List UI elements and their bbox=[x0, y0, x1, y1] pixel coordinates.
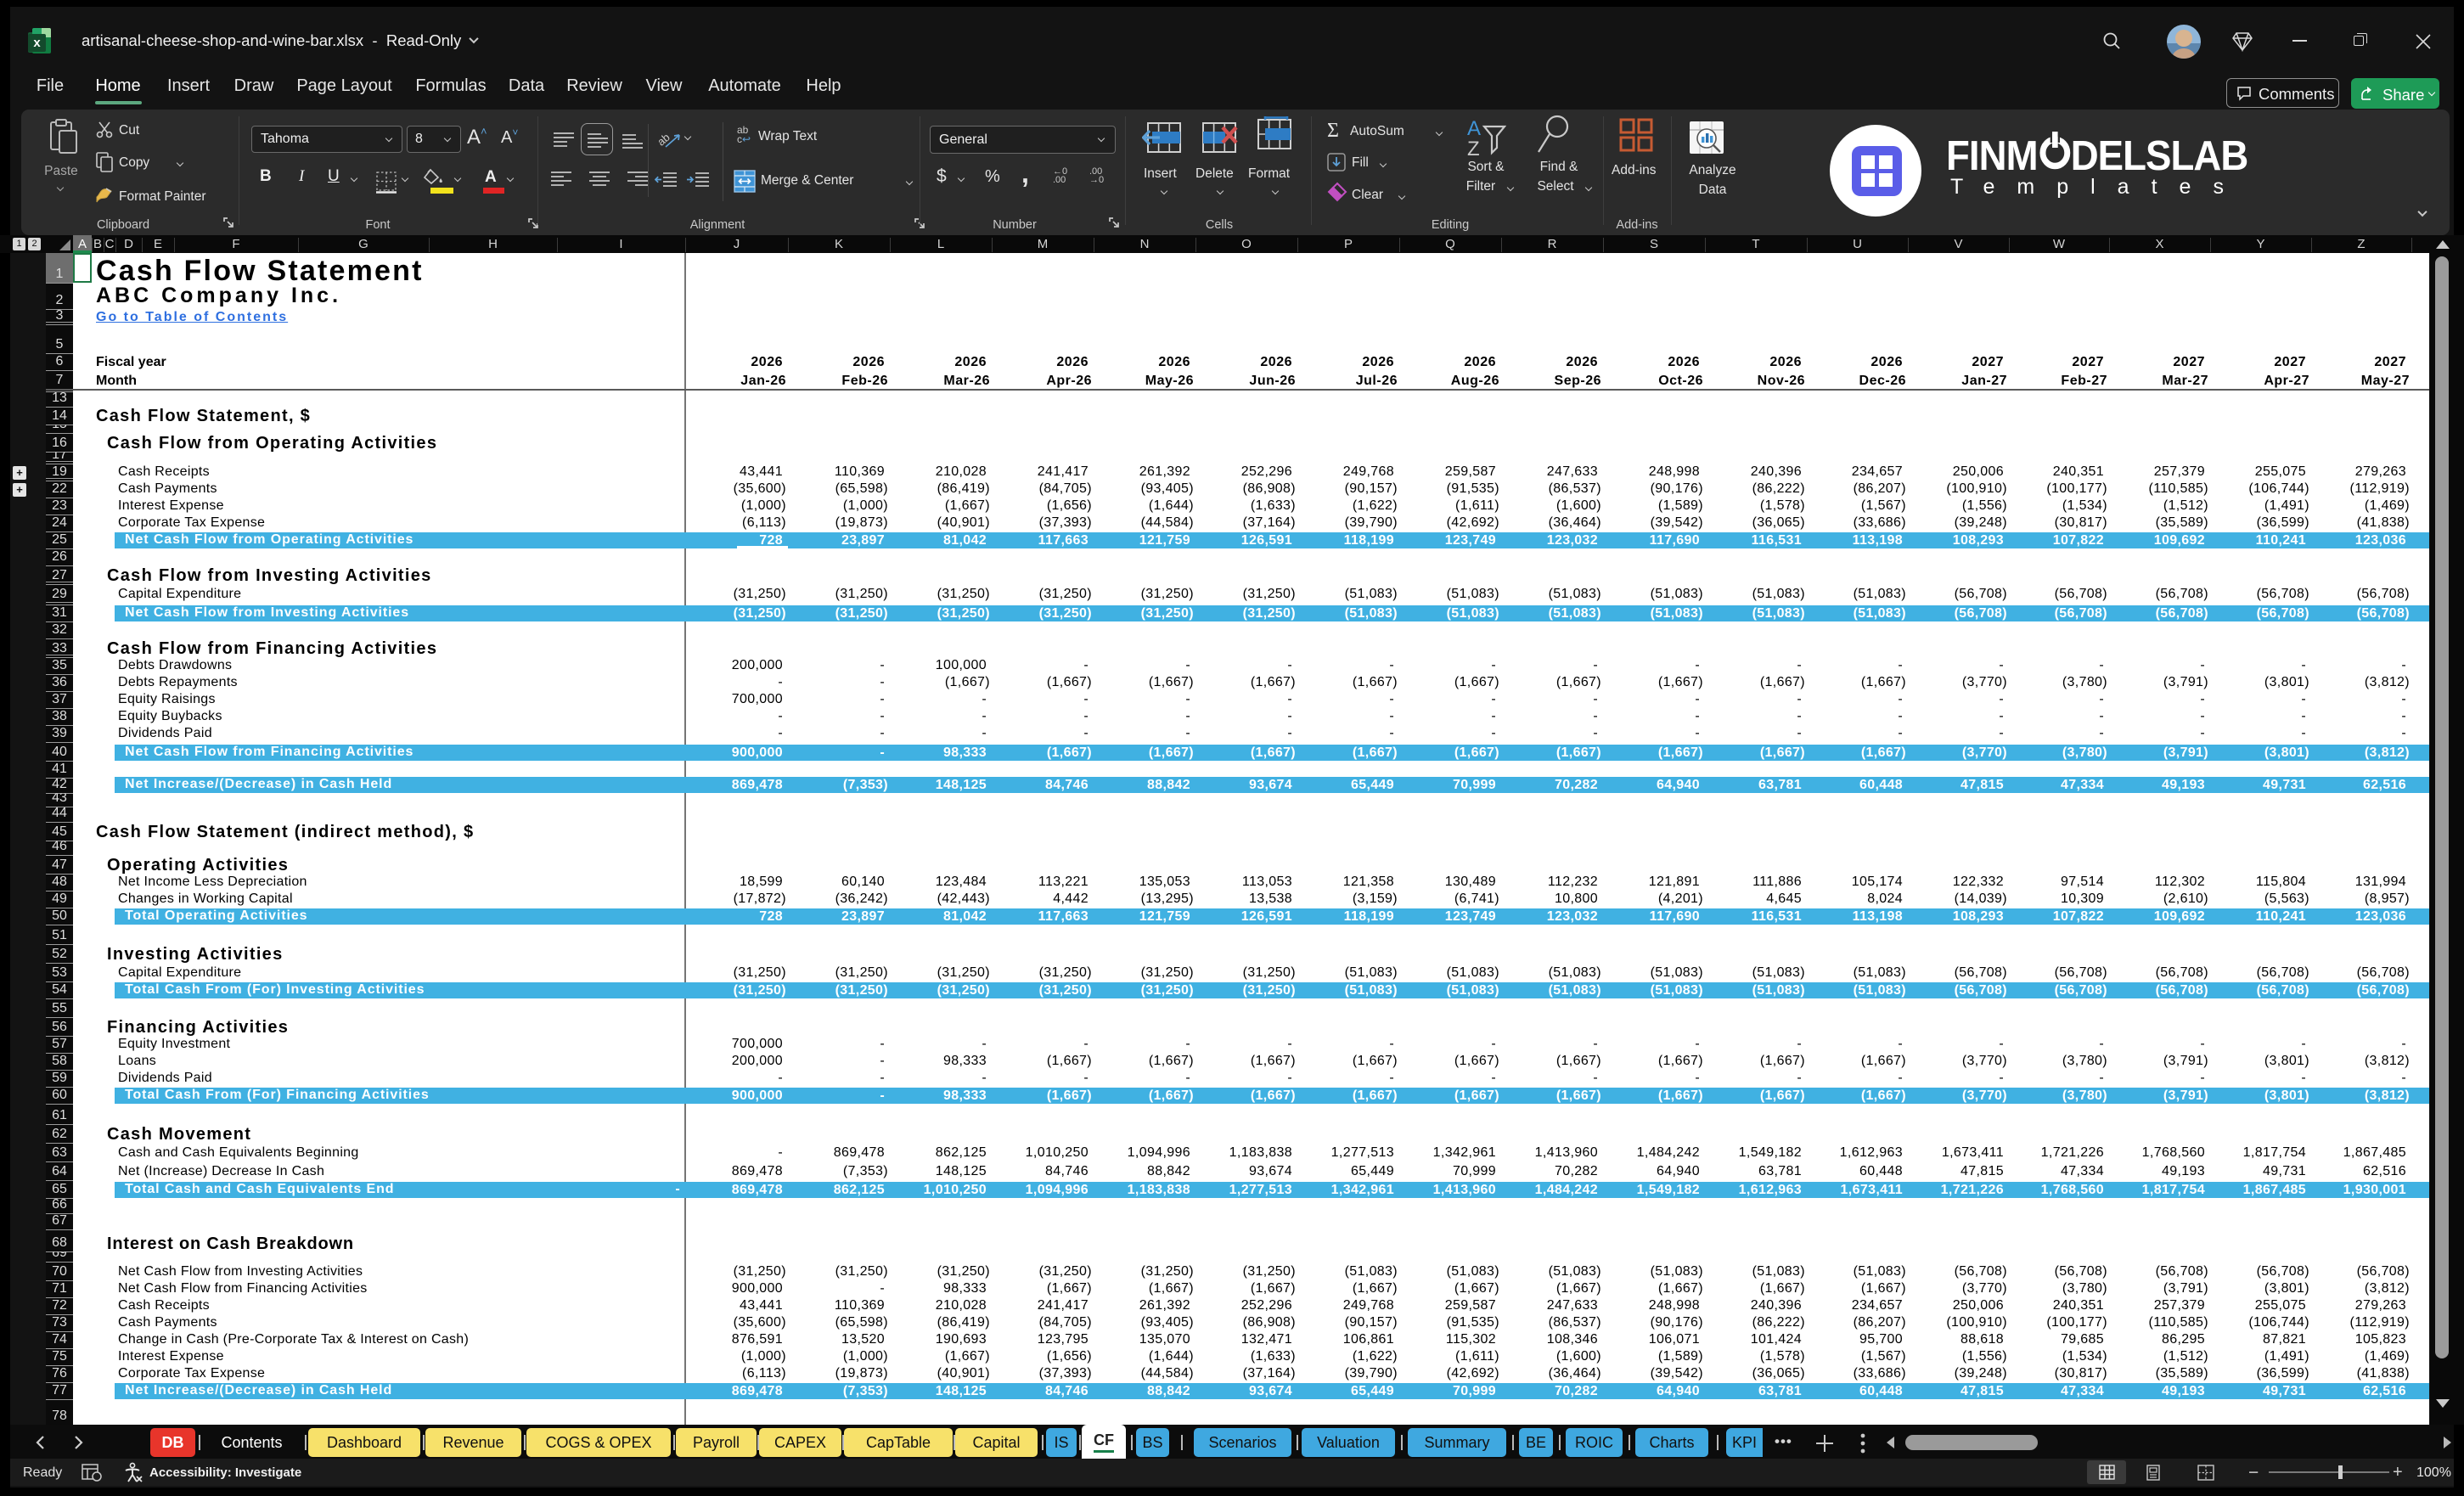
svg-text:ab: ab bbox=[659, 131, 672, 149]
svg-text:A: A bbox=[1467, 117, 1481, 140]
svg-text:Z: Z bbox=[1467, 138, 1480, 155]
